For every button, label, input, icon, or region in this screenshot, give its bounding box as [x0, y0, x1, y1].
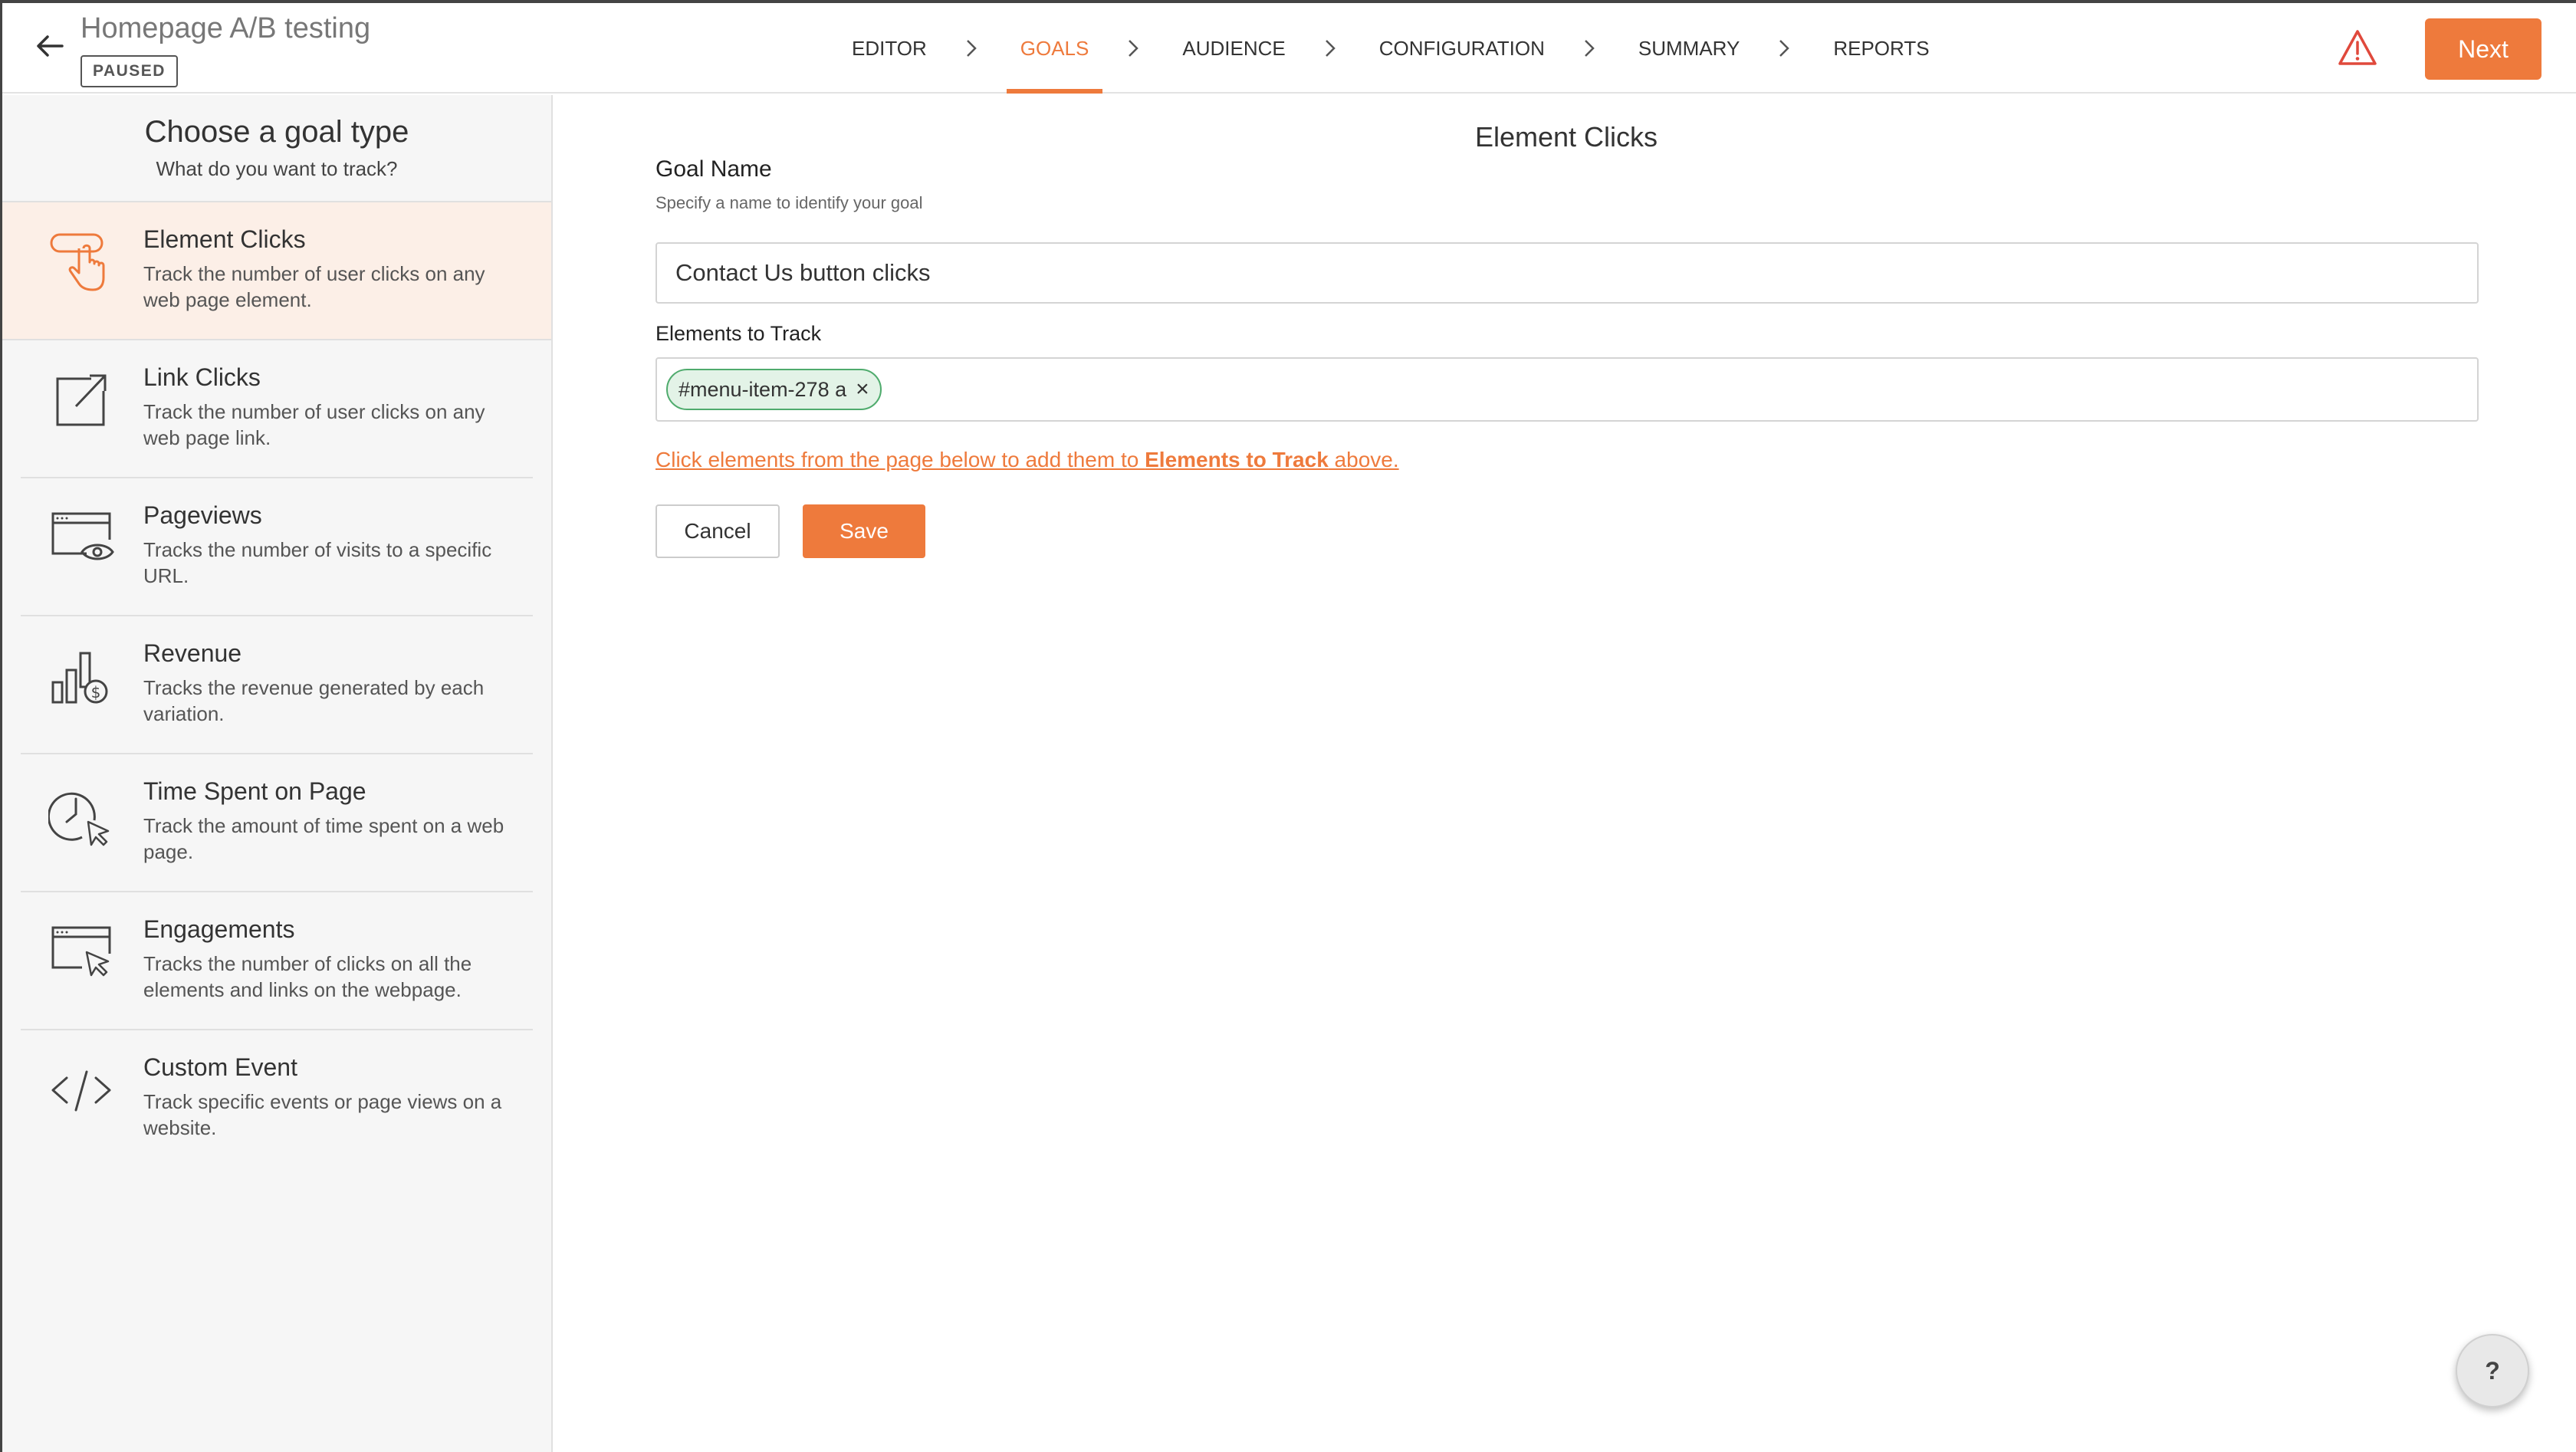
chevron-right-icon: [1576, 39, 1603, 57]
goal-type-title: Link Clicks: [143, 363, 261, 391]
goal-type-custom-event[interactable]: Custom Event Track specific events or pa…: [21, 1030, 533, 1168]
arrow-left-icon: [37, 35, 64, 57]
status-badge: PAUSED: [80, 55, 178, 87]
elements-to-track-input[interactable]: #menu-item-278 a ×: [656, 357, 2479, 422]
step-audience[interactable]: AUDIENCE: [1168, 3, 1299, 94]
goal-name-help: Specify a name to identify your goal: [656, 193, 923, 212]
help-button[interactable]: ?: [2456, 1334, 2529, 1408]
goal-type-time-spent[interactable]: Time Spent on Page Track the amount of t…: [21, 754, 533, 892]
goal-type-title: Engagements: [143, 915, 295, 943]
external-link-icon: [56, 374, 107, 426]
element-chip: #menu-item-278 a ×: [666, 369, 882, 410]
form-title: Element Clicks: [1474, 121, 1658, 153]
goal-name-label: Goal Name: [656, 156, 772, 182]
goal-type-description: Track the number of user clicks on any w…: [143, 262, 485, 311]
code-icon: [51, 1070, 111, 1112]
hint-bold: Elements to Track: [1145, 448, 1329, 471]
goal-type-description: Tracks the revenue generated by each var…: [143, 676, 485, 725]
goal-type-description: Track the number of user clicks on any w…: [143, 400, 485, 449]
chevron-right-icon: [958, 39, 985, 57]
goal-type-description: Track the amount of time spent on a web …: [143, 814, 504, 863]
goal-type-revenue[interactable]: $ Revenue Tracks the revenue generated b…: [21, 616, 533, 754]
goal-type-description: Track specific events or page views on a…: [143, 1090, 502, 1139]
goal-type-element-clicks[interactable]: Element Clicks Track the number of user …: [2, 202, 551, 340]
warning-triangle-icon[interactable]: [2338, 29, 2377, 66]
clock-cursor-icon: [48, 792, 110, 846]
top-header: Homepage A/B testing PAUSED EDITOR GOALS…: [2, 3, 2576, 94]
bar-dollar-icon: $: [51, 652, 108, 704]
goal-type-title: Time Spent on Page: [143, 777, 366, 805]
back-button[interactable]: [33, 29, 67, 63]
chevron-right-icon: [1316, 39, 1344, 57]
next-button[interactable]: Next: [2425, 18, 2542, 80]
goal-type-title: Revenue: [143, 639, 242, 667]
goal-type-pageviews[interactable]: Pageviews Tracks the number of visits to…: [21, 478, 533, 616]
sidebar-header: Choose a goal type What do you want to t…: [2, 95, 551, 202]
sidebar-subtitle: What do you want to track?: [156, 157, 398, 180]
step-configuration[interactable]: CONFIGURATION: [1365, 3, 1559, 94]
sidebar-title: Choose a goal type: [144, 115, 409, 149]
browser-cursor-icon: [51, 926, 111, 977]
chevron-right-icon: [1119, 39, 1147, 57]
step-goals[interactable]: GOALS: [1006, 3, 1103, 94]
pointer-click-icon: [50, 233, 105, 291]
goal-type-description: Tracks the number of clicks on all the e…: [143, 952, 472, 1001]
page-title: Homepage A/B testing: [80, 12, 371, 44]
hint-prefix: Click elements from the page below to ad…: [656, 448, 1145, 471]
goal-type-title: Element Clicks: [143, 225, 306, 253]
svg-text:$: $: [91, 683, 101, 701]
elements-to-track-label: Elements to Track: [656, 322, 822, 345]
step-navigation: EDITOR GOALS AUDIENCE CONFIGURATION SUMM…: [838, 3, 1944, 94]
chip-remove-icon[interactable]: ×: [856, 376, 869, 402]
goal-type-sidebar: Choose a goal type What do you want to t…: [2, 95, 553, 1452]
goal-type-description: Tracks the number of visits to a specifi…: [143, 538, 492, 587]
goal-type-link-clicks[interactable]: Link Clicks Track the number of user cli…: [21, 340, 533, 478]
goal-type-title: Custom Event: [143, 1053, 297, 1081]
step-editor[interactable]: EDITOR: [838, 3, 941, 94]
add-elements-hint-link[interactable]: Click elements from the page below to ad…: [656, 448, 1399, 472]
chevron-right-icon: [1770, 39, 1798, 57]
step-reports[interactable]: REPORTS: [1819, 3, 1943, 94]
goal-type-title: Pageviews: [143, 501, 262, 529]
step-summary[interactable]: SUMMARY: [1625, 3, 1753, 94]
goal-form: Element Clicks Goal Name Specify a name …: [554, 95, 2576, 1452]
save-button[interactable]: Save: [803, 504, 925, 558]
browser-eye-icon: [51, 512, 114, 560]
goal-name-input[interactable]: [656, 242, 2479, 304]
goal-type-engagements[interactable]: Engagements Tracks the number of clicks …: [21, 892, 533, 1030]
app-window: Homepage A/B testing PAUSED EDITOR GOALS…: [0, 0, 2576, 1452]
hint-suffix: above.: [1328, 448, 1399, 471]
cancel-button[interactable]: Cancel: [656, 504, 780, 558]
element-chip-label: #menu-item-278 a: [678, 377, 847, 401]
